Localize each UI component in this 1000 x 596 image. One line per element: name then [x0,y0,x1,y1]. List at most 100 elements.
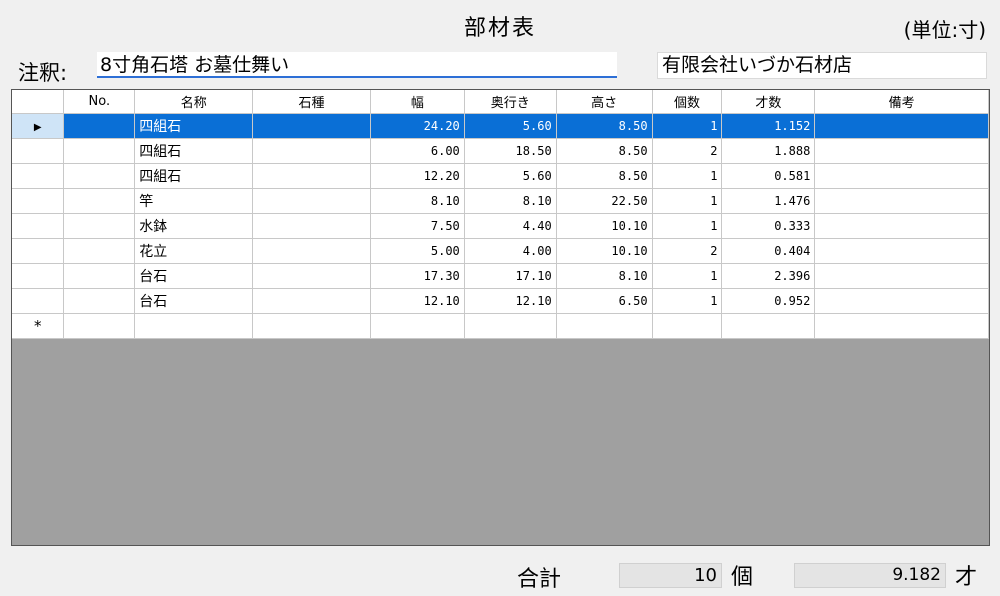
parts-grid[interactable]: No. 名称 石種幅奥行き 高さ 個数 才数 備考 ▶ 四組石 24.20 5.60 8.50 1 1.… [11,89,990,546]
cell-name[interactable]: 水鉢 [134,213,254,239]
cell-remarks[interactable] [814,238,989,264]
cell-qty[interactable]: 1 [652,163,723,189]
cell-stone[interactable] [252,138,371,164]
new-row[interactable]: * [12,313,989,339]
cell-depth[interactable]: 8.10 [464,188,557,214]
note-input[interactable]: 8寸角石塔 お墓仕舞い [97,52,617,78]
cell-stone[interactable] [252,163,371,189]
table-row[interactable]: 竿 8.10 8.10 22.50 1 1.476 [12,188,989,214]
table-row[interactable]: 台石 17.30 17.10 8.10 1 2.396 [12,263,989,289]
cell-depth[interactable]: 4.00 [464,238,557,264]
cell-remarks[interactable] [814,263,989,289]
cell-no[interactable] [63,188,136,214]
cell-no[interactable] [63,138,136,164]
cell-no[interactable] [63,263,136,289]
cell-stone[interactable] [252,288,371,314]
cell-no[interactable] [63,213,136,239]
table-row[interactable]: 花立 5.00 4.00 10.10 2 0.404 [12,238,989,264]
cell-name[interactable]: 竿 [134,188,254,214]
cell-no[interactable] [63,238,136,264]
row-selector[interactable] [12,188,65,214]
cell-qty[interactable]: 1 [652,288,723,314]
cell-remarks[interactable] [814,163,989,189]
row-selector[interactable] [12,163,65,189]
new-row-cell[interactable] [652,313,723,339]
cell-qty[interactable]: 2 [652,238,723,264]
new-row-cell[interactable] [556,313,653,339]
cell-name[interactable]: 四組石 [134,163,254,189]
cell-stone[interactable] [252,113,371,139]
cell-no[interactable] [63,113,136,139]
cell-remarks[interactable] [814,138,989,164]
cell-stone[interactable] [252,263,371,289]
cell-no[interactable] [63,163,136,189]
cell-width[interactable]: 6.00 [370,138,465,164]
cell-remarks[interactable] [814,213,989,239]
cell-width[interactable]: 17.30 [370,263,465,289]
table-row[interactable]: 水鉢 7.50 4.40 10.10 1 0.333 [12,213,989,239]
row-selector[interactable] [12,263,65,289]
column-header[interactable]: 名称 [134,90,254,114]
cell-height[interactable]: 8.50 [556,163,653,189]
cell-depth[interactable]: 5.60 [464,163,557,189]
cell-width[interactable]: 5.00 [370,238,465,264]
cell-stone[interactable] [252,238,371,264]
cell-qty[interactable]: 1 [652,263,723,289]
cell-depth[interactable]: 18.50 [464,138,557,164]
column-header[interactable]: 奥行き [464,90,557,114]
cell-name[interactable]: 四組石 [134,113,254,139]
cell-name[interactable]: 台石 [134,263,254,289]
new-row-cell[interactable] [252,313,371,339]
cell-sai[interactable]: 2.396 [721,263,816,289]
cell-height[interactable]: 8.50 [556,138,653,164]
cell-width[interactable]: 12.10 [370,288,465,314]
cell-sai[interactable]: 0.952 [721,288,816,314]
cell-width[interactable]: 7.50 [370,213,465,239]
column-header[interactable]: 高さ [556,90,653,114]
new-row-cell[interactable] [134,313,254,339]
cell-sai[interactable]: 1.888 [721,138,816,164]
cell-width[interactable]: 12.20 [370,163,465,189]
cell-remarks[interactable] [814,188,989,214]
new-row-cell[interactable] [814,313,989,339]
cell-height[interactable]: 8.10 [556,263,653,289]
table-row[interactable]: 四組石 6.00 18.50 8.50 2 1.888 [12,138,989,164]
cell-qty[interactable]: 1 [652,188,723,214]
cell-depth[interactable]: 17.10 [464,263,557,289]
cell-sai[interactable]: 0.581 [721,163,816,189]
cell-width[interactable]: 8.10 [370,188,465,214]
row-selector[interactable]: * [12,313,65,339]
cell-no[interactable] [63,288,136,314]
cell-depth[interactable]: 4.40 [464,213,557,239]
row-header-corner[interactable] [12,90,65,114]
column-header[interactable]: 幅 [370,90,465,114]
cell-sai[interactable]: 0.404 [721,238,816,264]
column-header[interactable]: 石種 [252,90,371,114]
cell-stone[interactable] [252,188,371,214]
new-row-cell[interactable] [370,313,465,339]
cell-qty[interactable]: 1 [652,113,723,139]
cell-height[interactable]: 22.50 [556,188,653,214]
column-header[interactable]: 個数 [652,90,723,114]
cell-remarks[interactable] [814,288,989,314]
row-selector[interactable] [12,213,65,239]
new-row-cell[interactable] [63,313,136,339]
cell-qty[interactable]: 1 [652,213,723,239]
company-field[interactable]: 有限会社いづか石材店 [657,52,987,79]
table-row[interactable]: 四組石 12.20 5.60 8.50 1 0.581 [12,163,989,189]
cell-sai[interactable]: 0.333 [721,213,816,239]
cell-width[interactable]: 24.20 [370,113,465,139]
new-row-cell[interactable] [721,313,816,339]
cell-remarks[interactable] [814,113,989,139]
row-selector[interactable] [12,288,65,314]
row-selector[interactable] [12,238,65,264]
cell-depth[interactable]: 5.60 [464,113,557,139]
table-row[interactable]: 台石 12.10 12.10 6.50 1 0.952 [12,288,989,314]
cell-stone[interactable] [252,213,371,239]
cell-height[interactable]: 10.10 [556,213,653,239]
cell-height[interactable]: 6.50 [556,288,653,314]
row-selector[interactable] [12,138,65,164]
cell-depth[interactable]: 12.10 [464,288,557,314]
cell-sai[interactable]: 1.152 [721,113,816,139]
column-header[interactable]: No. [63,90,136,114]
